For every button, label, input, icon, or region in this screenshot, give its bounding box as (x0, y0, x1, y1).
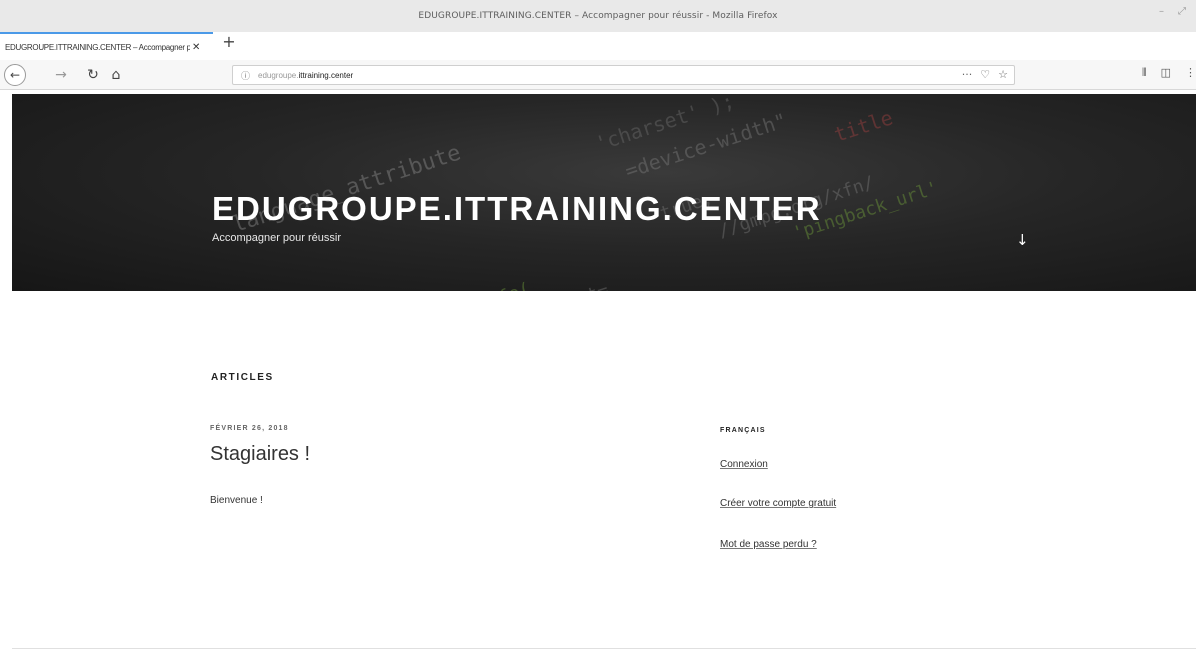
post-excerpt: Bienvenue ! (210, 495, 263, 506)
widget-title: FRANÇAIS (720, 427, 766, 434)
url-actions: ··· ♡ ☆ (962, 68, 1008, 81)
library-icon[interactable]: ⫴ (1142, 66, 1147, 80)
site-tagline: Accompagner pour réussir (212, 232, 342, 244)
footer-divider (12, 648, 1196, 649)
toolbar-right: ⫴ ◫ ⋮ (1142, 66, 1196, 80)
close-icon[interactable]: ✕ (192, 42, 200, 53)
maximize-icon[interactable]: ⤢ (1178, 6, 1186, 17)
url-text[interactable]: edugroupe.ittraining.center (258, 71, 353, 80)
site-title[interactable]: EDUGROUPE.ITTRAINING.CENTER (212, 190, 822, 228)
home-icon[interactable]: ⌂ (106, 64, 126, 86)
bookmark-star-icon[interactable]: ☆ (998, 68, 1008, 81)
create-account-link[interactable]: Créer votre compte gratuit (720, 498, 836, 509)
title-bar: EDUGROUPE.ITTRAINING.CENTER – Accompagne… (0, 0, 1196, 32)
url-bar[interactable]: ⓘ edugroupe.ittraining.center ··· ♡ ☆ (232, 65, 1015, 85)
url-domain: ittraining.center (298, 71, 354, 80)
header-banner: language_attribute 'charset' ); =device-… (12, 94, 1196, 291)
pocket-icon[interactable]: ♡ (980, 68, 990, 81)
window-title: EDUGROUPE.ITTRAINING.CENTER – Accompagne… (418, 11, 778, 21)
more-icon[interactable]: ··· (962, 68, 973, 81)
navigation-bar: ← → ↻ ⌂ ⓘ edugroupe.ittraining.center ··… (0, 60, 1196, 90)
window-controls: – ⤢ (1159, 6, 1186, 17)
scroll-down-icon[interactable]: ↓ (1016, 231, 1029, 249)
tab-active[interactable]: EDUGROUPE.ITTRAINING.CENTER – Accompagne… (0, 32, 213, 60)
svg-text:<?php bloginfo(: <?php bloginfo( (372, 279, 533, 291)
forward-icon[interactable]: → (52, 64, 70, 86)
tab-title: EDUGROUPE.ITTRAINING.CENTER – Accompagne… (5, 42, 190, 52)
lost-password-link[interactable]: Mot de passe perdu ? (720, 539, 817, 550)
new-tab-button[interactable]: + (219, 32, 239, 56)
sidebar-icon[interactable]: ◫ (1161, 66, 1171, 80)
svg-text:content=: content= (522, 279, 611, 291)
post-title[interactable]: Stagiaires ! (210, 443, 310, 466)
svg-text:title: title (831, 105, 896, 146)
browser-window: EDUGROUPE.ITTRAINING.CENTER – Accompagne… (0, 0, 1196, 651)
menu-icon[interactable]: ⋮ (1185, 66, 1196, 80)
minimize-icon[interactable]: – (1159, 6, 1164, 17)
info-icon[interactable]: ⓘ (241, 69, 250, 82)
back-icon[interactable]: ← (4, 64, 26, 86)
post-date[interactable]: FÉVRIER 26, 2018 (210, 425, 289, 432)
url-prefix: edugroupe. (258, 71, 299, 80)
login-link[interactable]: Connexion (720, 459, 768, 470)
section-heading: ARTICLES (211, 372, 274, 383)
reload-icon[interactable]: ↻ (84, 64, 102, 86)
